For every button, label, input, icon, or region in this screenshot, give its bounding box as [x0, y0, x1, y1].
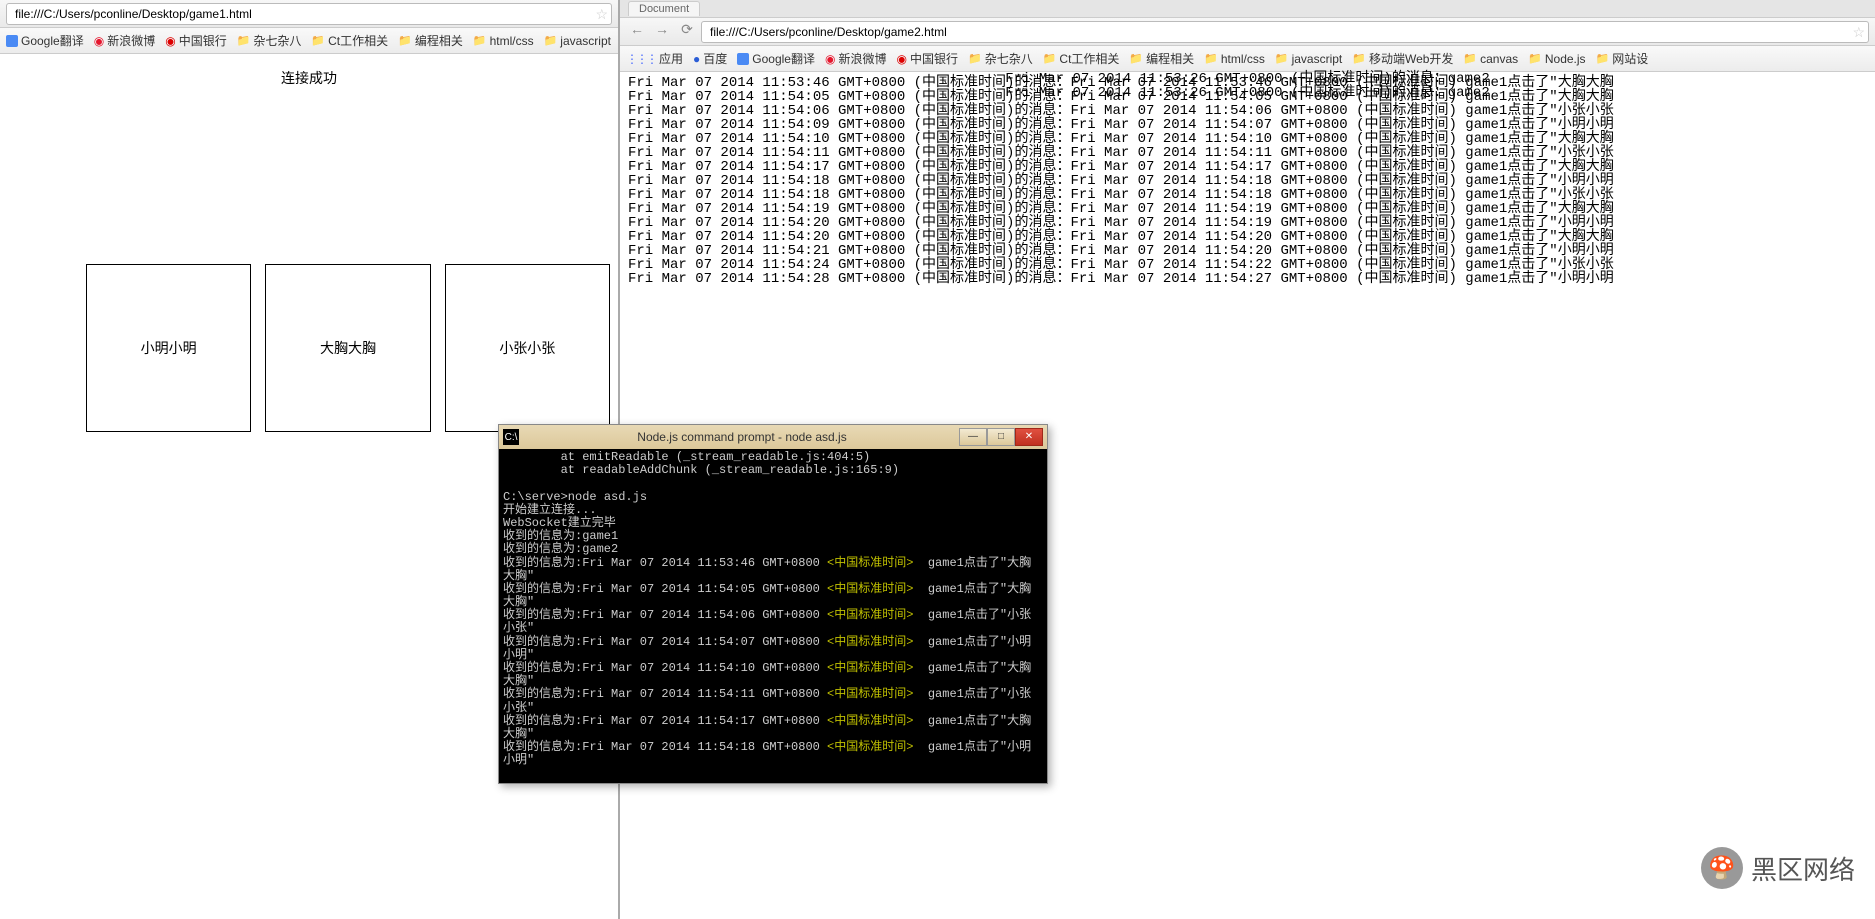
title-bar[interactable]: C:\ Node.js command prompt - node asd.js… [499, 425, 1047, 449]
tab-document[interactable]: Document [628, 1, 700, 16]
bookmark-item[interactable]: Google翻译 [737, 50, 815, 67]
bookmark-item[interactable]: 杂七杂八 [237, 32, 302, 49]
bookmark-item[interactable]: 网站设 [1596, 50, 1649, 67]
bookmark-item[interactable]: Node.js [1528, 52, 1585, 66]
bookmark-item[interactable]: html/css [473, 34, 534, 48]
bookmark-item[interactable]: 新浪微博 [825, 50, 887, 67]
bookmark-item[interactable]: 新浪微博 [94, 32, 156, 49]
bookmark-item[interactable]: 杂七杂八 [968, 50, 1033, 67]
cmd-icon: C:\ [503, 429, 519, 445]
bookmark-item[interactable]: 中国银行 [896, 50, 958, 67]
bookmark-item[interactable]: 百度 [693, 50, 727, 67]
close-button[interactable]: ✕ [1015, 428, 1043, 446]
console-output: at emitReadable (_stream_readable.js:404… [499, 449, 1047, 783]
url-input[interactable] [701, 21, 1869, 43]
window-title: Node.js command prompt - node asd.js [525, 430, 959, 444]
bookmark-item[interactable]: 编程相关 [1129, 50, 1194, 67]
bookmarks-bar: Google翻译新浪微博中国银行杂七杂八 Ct工作相关编程相关 html/css ja… [0, 28, 618, 54]
minimize-button[interactable]: — [959, 428, 987, 446]
favorite-star-icon[interactable]: ☆ [595, 6, 608, 23]
bookmark-item[interactable]: canvas [1463, 52, 1518, 66]
player-card[interactable]: 大胸大胸 [265, 264, 430, 432]
address-bar: ☆ [0, 0, 618, 28]
maximize-button[interactable]: □ [987, 428, 1015, 446]
bookmark-item[interactable]: html/css [1204, 52, 1265, 66]
tab-strip: Document [620, 0, 1875, 18]
bookmark-item[interactable]: Ct工作相关 [1043, 50, 1120, 67]
player-card[interactable]: 小张小张 [445, 264, 610, 432]
bookmark-item[interactable]: 中国银行 [165, 32, 227, 49]
bookmarks-bar: 应用百度 Google翻译新浪微博中国银行杂七杂八 Ct工作相关编程相关 html/c… [620, 46, 1875, 72]
back-button[interactable]: ← [626, 21, 648, 43]
forward-button[interactable]: → [651, 21, 673, 43]
command-prompt-window: C:\ Node.js command prompt - node asd.js… [498, 424, 1048, 784]
address-bar: ← → ⟳ ☆ [620, 18, 1875, 46]
bookmark-item[interactable]: 应用 [626, 50, 683, 67]
bookmark-item[interactable]: javascript [544, 34, 611, 48]
watermark: 🍄 黑区网络 [1701, 847, 1855, 889]
url-input[interactable] [6, 3, 612, 25]
watermark-text: 黑区网络 [1751, 850, 1855, 887]
mushroom-icon: 🍄 [1701, 847, 1743, 889]
bookmark-item[interactable]: javascript [1275, 52, 1342, 66]
bookmark-item[interactable]: 移动端Web开发 [1352, 50, 1453, 67]
bookmark-item[interactable]: 编程相关 [398, 32, 463, 49]
connection-status: 连接成功 [8, 62, 610, 94]
page-content: 连接成功 小明小明大胸大胸小张小张 [0, 54, 618, 440]
reload-button[interactable]: ⟳ [676, 21, 698, 43]
bookmark-item[interactable]: Google翻译 [6, 32, 84, 49]
bookmark-item[interactable]: Ct工作相关 [311, 32, 388, 49]
card-grid: 小明小明大胸大胸小张小张 [86, 264, 610, 432]
favorite-star-icon[interactable]: ☆ [1852, 24, 1865, 41]
player-card[interactable]: 小明小明 [86, 264, 251, 432]
